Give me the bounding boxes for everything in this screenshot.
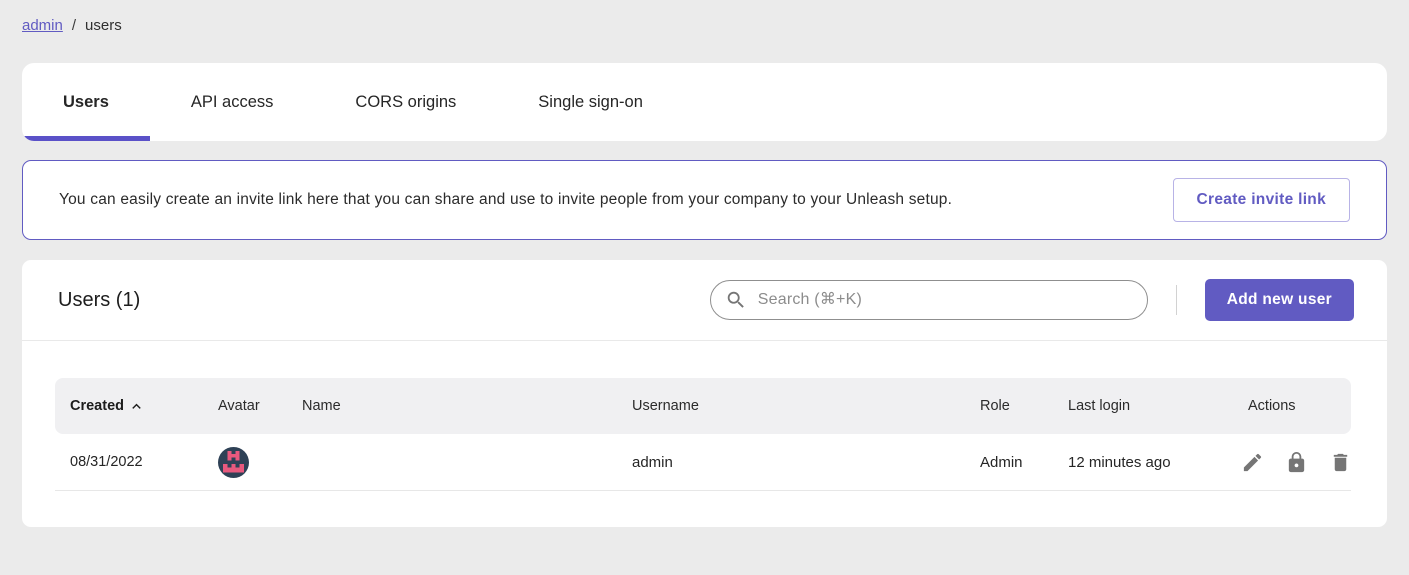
row-created-date: 08/31/2022 <box>55 454 203 470</box>
users-card: Users (1) Add new user Created <box>22 260 1387 527</box>
column-header-created-label: Created <box>70 398 124 414</box>
search-input[interactable] <box>756 290 1133 310</box>
column-header-role[interactable]: Role <box>965 398 1053 414</box>
row-last-login: 12 minutes ago <box>1053 454 1233 471</box>
lock-icon <box>1285 451 1308 474</box>
tab-users[interactable]: Users <box>22 63 150 141</box>
tab-single-sign-on-label: Single sign-on <box>538 93 643 112</box>
tab-api-access-label: API access <box>191 93 274 112</box>
edit-user-button[interactable] <box>1235 445 1270 480</box>
tab-users-label: Users <box>63 93 109 112</box>
column-header-avatar: Avatar <box>203 398 287 414</box>
users-card-header: Users (1) Add new user <box>22 260 1387 341</box>
breadcrumb: admin / users <box>22 0 1387 34</box>
breadcrumb-link-admin[interactable]: admin <box>22 17 63 34</box>
row-avatar-cell <box>203 447 287 478</box>
users-admin-page: admin / users Users API access CORS orig… <box>0 0 1409 527</box>
breadcrumb-separator: / <box>72 17 76 34</box>
users-card-header-actions: Add new user <box>710 279 1354 321</box>
tab-bar: Users API access CORS origins Single sig… <box>22 63 1387 141</box>
table-row: 08/31/2022 <box>55 434 1351 491</box>
column-header-created[interactable]: Created <box>55 398 203 415</box>
delete-user-button[interactable] <box>1323 445 1358 480</box>
trash-icon <box>1329 451 1352 474</box>
users-count-title: Users (1) <box>58 289 140 312</box>
search-box[interactable] <box>710 280 1148 320</box>
users-table: Created Avatar Name Username Role Last l… <box>55 378 1351 491</box>
add-new-user-button[interactable]: Add new user <box>1205 279 1354 321</box>
active-tab-indicator <box>22 136 150 141</box>
users-table-header: Created Avatar Name Username Role Last l… <box>55 378 1351 434</box>
sort-ascending-icon <box>128 398 145 415</box>
row-actions <box>1233 445 1358 480</box>
tab-cors-origins-label: CORS origins <box>355 93 456 112</box>
avatar <box>218 447 249 478</box>
header-divider <box>1176 285 1177 315</box>
tab-api-access[interactable]: API access <box>150 63 315 141</box>
search-icon <box>725 289 747 311</box>
row-role: Admin <box>965 454 1053 471</box>
invite-banner-text: You can easily create an invite link her… <box>59 191 952 209</box>
column-header-actions: Actions <box>1233 398 1351 414</box>
row-username: admin <box>617 454 965 471</box>
column-header-username[interactable]: Username <box>617 398 965 414</box>
column-header-last-login[interactable]: Last login <box>1053 398 1233 414</box>
pencil-icon <box>1241 451 1264 474</box>
create-invite-link-button[interactable]: Create invite link <box>1173 178 1350 222</box>
tab-cors-origins[interactable]: CORS origins <box>314 63 497 141</box>
breadcrumb-current-users: users <box>85 17 122 34</box>
change-password-button[interactable] <box>1279 445 1314 480</box>
column-header-name[interactable]: Name <box>287 398 617 414</box>
tab-single-sign-on[interactable]: Single sign-on <box>497 63 684 141</box>
invite-link-banner: You can easily create an invite link her… <box>22 160 1387 240</box>
